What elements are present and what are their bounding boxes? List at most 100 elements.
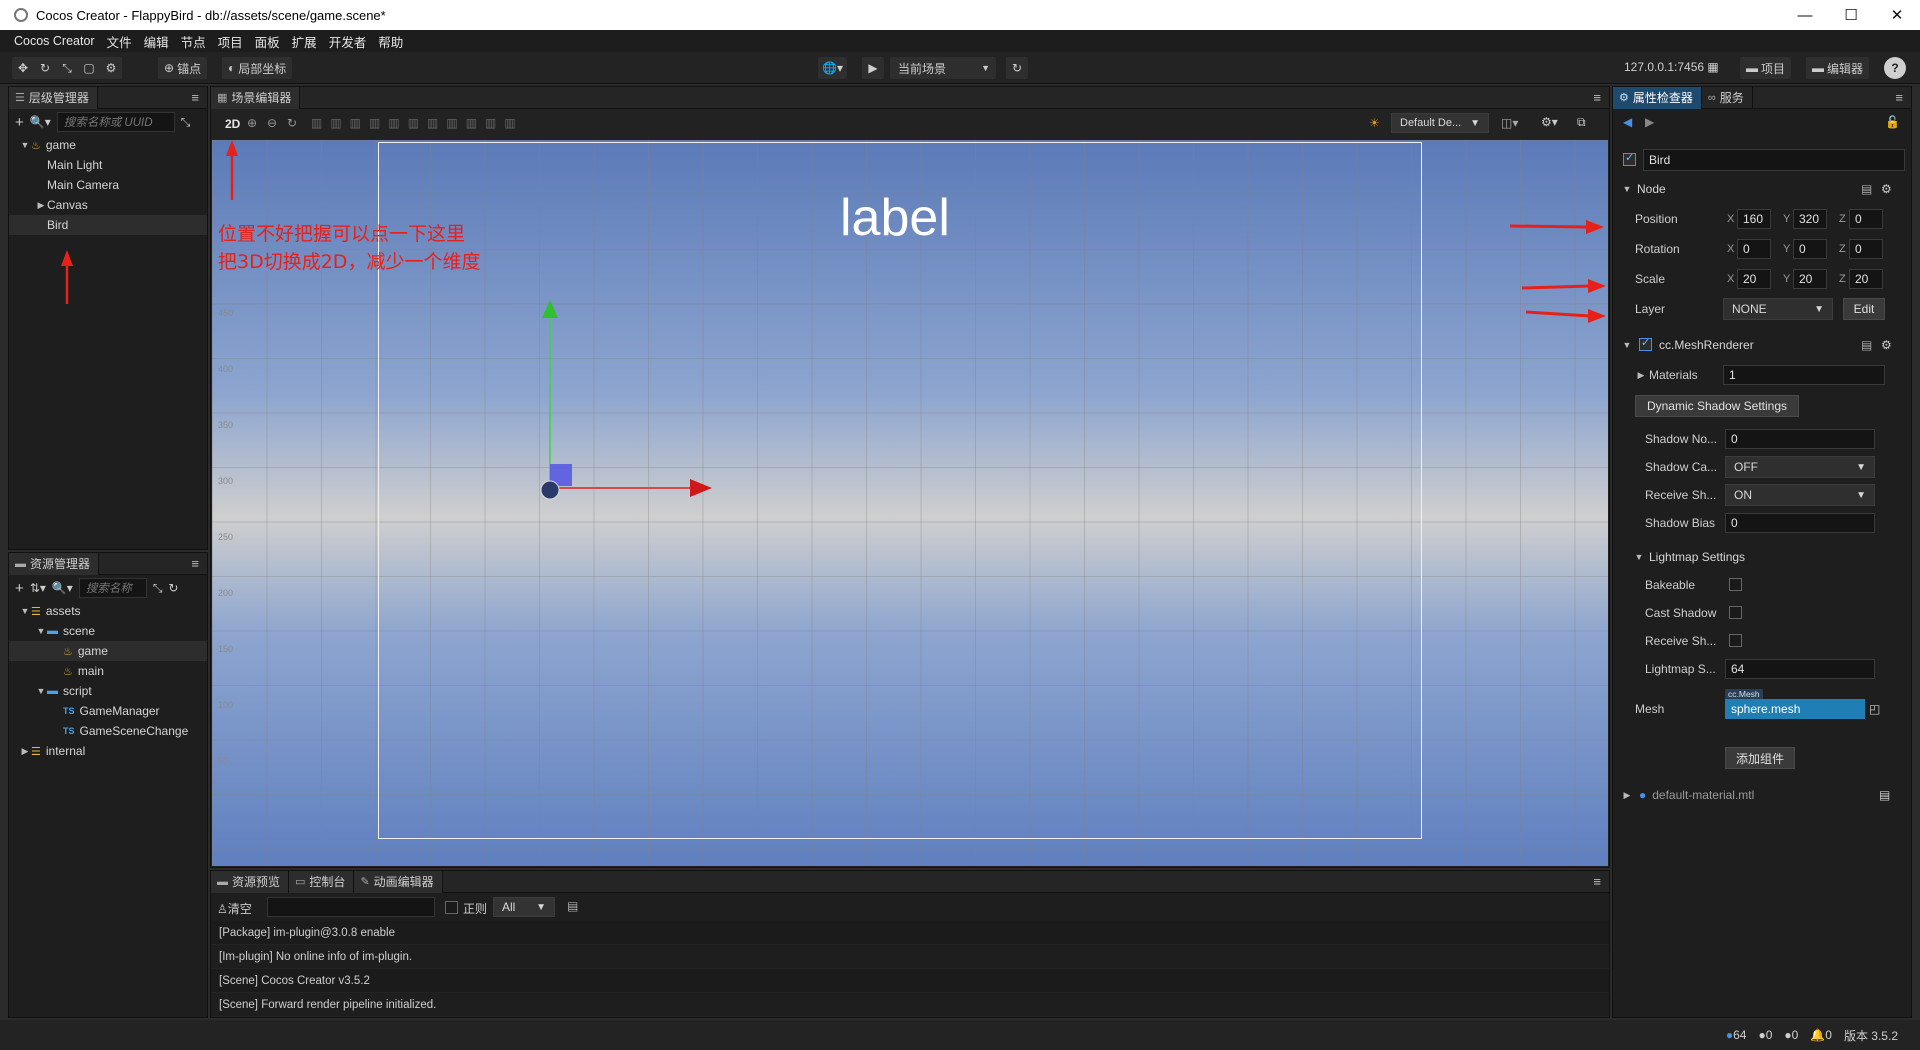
add-asset-icon[interactable]: + bbox=[15, 580, 24, 597]
menu-panel[interactable]: 面板 bbox=[255, 32, 280, 51]
console-menu-icon[interactable]: ≡ bbox=[1593, 874, 1601, 889]
rect-tool-icon[interactable]: ▢ bbox=[78, 57, 100, 79]
preview-platform-select[interactable]: 🌐▾ bbox=[818, 57, 847, 79]
assets-menu-icon[interactable]: ≡ bbox=[191, 556, 199, 571]
node-active-checkbox[interactable] bbox=[1623, 151, 1636, 166]
menu-project[interactable]: 项目 bbox=[218, 32, 243, 51]
caret-icon[interactable]: ▼ bbox=[19, 606, 31, 616]
console-log-line[interactable]: [Scene] Forward render pipeline initiali… bbox=[211, 993, 1609, 1017]
info-count[interactable]: ●64 bbox=[1726, 1028, 1747, 1042]
reset-view-icon[interactable]: ↻ bbox=[287, 116, 297, 130]
assets-collapse-icon[interactable]: ⤡ bbox=[153, 581, 163, 596]
meshrenderer-header[interactable]: ▼ cc.MeshRenderer ▤ ⚙ bbox=[1613, 333, 1911, 357]
search-icon[interactable]: 🔍▾ bbox=[30, 115, 51, 129]
component-gear-icon[interactable]: ⚙ bbox=[1881, 338, 1892, 352]
add-node-icon[interactable]: + bbox=[15, 114, 24, 131]
node-name-input[interactable]: Bird bbox=[1643, 149, 1905, 171]
mesh-asset-field[interactable]: sphere.mesh bbox=[1725, 699, 1865, 719]
caret-icon[interactable]: ▶ bbox=[35, 200, 47, 211]
materials-count-input[interactable]: 1 bbox=[1723, 365, 1885, 385]
menu-developer[interactable]: 开发者 bbox=[329, 32, 367, 51]
caret-right-icon[interactable]: ▶ bbox=[1635, 370, 1647, 381]
tab-asset-preview[interactable]: ▬ 资源预览 bbox=[211, 870, 290, 893]
node-settings-gear-icon[interactable]: ⚙ bbox=[1881, 182, 1892, 196]
gizmo-y-arrow-icon[interactable] bbox=[542, 300, 558, 318]
collapse-all-icon[interactable]: ⤡ bbox=[181, 115, 191, 130]
scene-viewport[interactable]: 500 450 400 350 300 250 200 150 100 50 label 位置不好… bbox=[212, 140, 1608, 866]
material-asset-header[interactable]: ▶ ● default-material.mtl ▤ bbox=[1613, 783, 1911, 807]
hierarchy-tree-item[interactable]: Bird bbox=[9, 215, 207, 235]
snapshot-icon[interactable]: ◫▾ bbox=[1501, 116, 1518, 130]
back-arrow-icon[interactable]: ◀ bbox=[1623, 115, 1632, 129]
menu-help[interactable]: 帮助 bbox=[378, 32, 403, 51]
hierarchy-tree-item[interactable]: ▶ Canvas bbox=[9, 195, 207, 215]
assets-refresh-icon[interactable]: ↻ bbox=[168, 581, 178, 595]
caret-icon[interactable]: ▶ bbox=[19, 746, 31, 757]
zoom-out-icon[interactable]: ⊖ bbox=[267, 116, 277, 130]
scene-menu-icon[interactable]: ≡ bbox=[1593, 90, 1601, 105]
regex-checkbox[interactable] bbox=[445, 901, 458, 914]
lock-icon[interactable]: 🔓 bbox=[1885, 115, 1900, 129]
scale-tool-icon[interactable]: ⤡ bbox=[56, 57, 78, 79]
scale-y-input[interactable]: 20 bbox=[1793, 269, 1827, 289]
layer-select[interactable]: NONE ▼ bbox=[1723, 298, 1833, 320]
receive-shadow-lm-checkbox[interactable] bbox=[1729, 634, 1742, 647]
server-ip[interactable]: 127.0.0.1:7456 ▦ bbox=[1624, 60, 1719, 74]
zoom-in-icon[interactable]: ⊕ bbox=[247, 116, 257, 130]
caret-icon[interactable]: ▼ bbox=[19, 140, 31, 150]
sort-icon[interactable]: ⇅▾ bbox=[30, 581, 46, 595]
warn-count[interactable]: ●0 bbox=[1758, 1028, 1772, 1042]
gear-tool-icon[interactable]: ⚙ bbox=[100, 57, 122, 79]
lightmap-size-input[interactable]: 64 bbox=[1725, 659, 1875, 679]
play-button[interactable]: ▶ bbox=[862, 57, 884, 79]
clear-button[interactable]: ♙清空 bbox=[217, 900, 252, 917]
meshrenderer-enabled-checkbox[interactable] bbox=[1639, 336, 1652, 351]
shadow-cast-select[interactable]: OFF ▼ bbox=[1725, 456, 1875, 478]
menu-edit[interactable]: 编辑 bbox=[144, 32, 169, 51]
tab-scene-editor[interactable]: ▦ 场景编辑器 bbox=[211, 86, 301, 109]
assets-tree-item[interactable]: TS GameSceneChange bbox=[9, 721, 207, 741]
position-z-input[interactable]: 0 bbox=[1849, 209, 1883, 229]
hierarchy-tree-item[interactable]: Main Camera bbox=[9, 175, 207, 195]
assets-tree-item[interactable]: ♨ game bbox=[9, 641, 207, 661]
rotation-y-input[interactable]: 0 bbox=[1793, 239, 1827, 259]
hierarchy-tree-item[interactable]: Main Light bbox=[9, 155, 207, 175]
help-button[interactable]: ? bbox=[1884, 57, 1906, 79]
position-x-input[interactable]: 160 bbox=[1737, 209, 1771, 229]
assets-tree-item[interactable]: ▶ ☰ internal bbox=[9, 741, 207, 761]
scale-x-input[interactable]: 20 bbox=[1737, 269, 1771, 289]
console-log-line[interactable]: [Scene] Cocos Creator v3.5.2 bbox=[211, 969, 1609, 993]
bird-node-sphere[interactable] bbox=[540, 480, 560, 500]
tab-hierarchy[interactable]: ☰ 层级管理器 bbox=[9, 86, 98, 109]
menu-cocos[interactable]: Cocos Creator bbox=[14, 34, 95, 48]
shadow-bias-input[interactable]: 0 bbox=[1725, 513, 1875, 533]
align-tools-icon[interactable]: ▥▥▥▥▥▥▥▥▥▥▥ bbox=[311, 116, 524, 130]
move-tool-icon[interactable]: ✥ bbox=[12, 57, 34, 79]
assets-tree-item[interactable]: TS GameManager bbox=[9, 701, 207, 721]
mode-2d-toggle[interactable]: 2D bbox=[225, 117, 240, 131]
assets-search-input[interactable]: 搜索名称 bbox=[78, 578, 147, 598]
maximize-button[interactable]: ☐ bbox=[1828, 0, 1874, 30]
notification-count[interactable]: 🔔0 bbox=[1810, 1028, 1832, 1042]
maximize-scene-icon[interactable]: ⧉ bbox=[1577, 115, 1586, 130]
scale-z-input[interactable]: 20 bbox=[1849, 269, 1883, 289]
project-button[interactable]: ▬ 项目 bbox=[1740, 57, 1792, 79]
scene-select[interactable]: 当前场景 ▼ bbox=[890, 57, 996, 79]
caret-icon[interactable]: ▼ bbox=[35, 686, 47, 696]
add-component-button[interactable]: 添加组件 bbox=[1725, 747, 1795, 769]
bakeable-checkbox[interactable] bbox=[1729, 578, 1742, 591]
console-log-line[interactable]: [Im-plugin] No online info of im-plugin. bbox=[211, 945, 1609, 969]
menu-extension[interactable]: 扩展 bbox=[292, 32, 317, 51]
help-doc-icon[interactable]: ▤ bbox=[1861, 182, 1872, 196]
shadow-normal-bias-input[interactable]: 0 bbox=[1725, 429, 1875, 449]
menu-node[interactable]: 节点 bbox=[181, 32, 206, 51]
rotation-z-input[interactable]: 0 bbox=[1849, 239, 1883, 259]
tab-console[interactable]: ▭ 控制台 bbox=[289, 870, 355, 893]
local-coord-toggle[interactable]: ◐ 局部坐标 bbox=[222, 57, 293, 79]
receive-shadow-select[interactable]: ON ▼ bbox=[1725, 484, 1875, 506]
tab-animation-editor[interactable]: ✎ 动画编辑器 bbox=[354, 870, 443, 893]
dynamic-shadow-settings-tab[interactable]: Dynamic Shadow Settings bbox=[1635, 395, 1799, 417]
assets-tree-item[interactable]: ♨ main bbox=[9, 661, 207, 681]
console-filter-input[interactable] bbox=[267, 897, 435, 917]
editor-button[interactable]: ▬ 编辑器 bbox=[1806, 57, 1870, 79]
